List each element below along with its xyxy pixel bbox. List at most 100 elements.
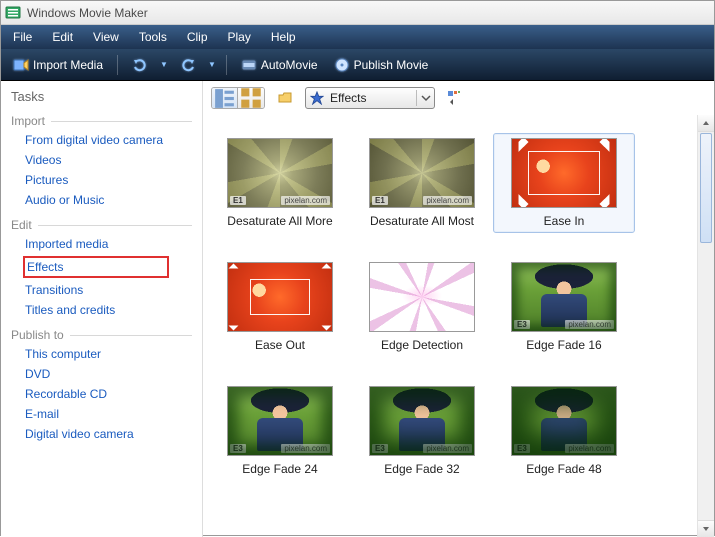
task-link-email[interactable]: E-mail [23,406,192,422]
effect-label: Ease Out [255,338,305,352]
effect-label: Edge Fade 16 [526,338,601,352]
menu-clip[interactable]: Clip [187,30,208,44]
menu-file[interactable]: File [13,30,32,44]
menu-edit[interactable]: Edit [52,30,73,44]
effect-item[interactable]: Ease Out [209,257,351,357]
scroll-thumb[interactable] [700,133,712,243]
redo-button[interactable] [176,55,200,75]
undo-button[interactable] [128,55,152,75]
effect-thumbnail: E1 pixelan.com [227,138,333,208]
task-link-audio-or-music[interactable]: Audio or Music [23,192,192,208]
task-link-from-digital-video-camera[interactable]: From digital video camera [23,132,192,148]
divider [38,225,192,226]
effect-item[interactable]: E1 pixelan.com Desaturate All Most [351,133,493,233]
task-link-titles-and-credits[interactable]: Titles and credits [23,302,192,318]
toolbar-separator [117,55,118,75]
toolbar: Import Media ▼ ▼ AutoMovie Publish Movie [1,49,714,81]
publish-label: Publish Movie [354,58,429,72]
menu-tools[interactable]: Tools [139,30,167,44]
content-toolbar: Effects [203,81,714,115]
group-label: Import [11,114,45,128]
collection-dropdown[interactable]: Effects [305,87,435,109]
effect-item[interactable]: E3 pixelan.com Edge Fade 48 [493,381,635,481]
task-link-this-computer[interactable]: This computer [23,346,192,362]
thumbnail-watermark: pixelan.com [281,196,330,205]
effect-label: Ease In [544,214,585,228]
automove-label: AutoMovie [261,58,318,72]
scroll-up-button[interactable] [698,115,714,132]
thumbnail-badge: E1 [230,196,246,205]
titlebar: Windows Movie Maker [1,1,714,25]
effect-thumbnail: E3pixelan.com [369,386,475,456]
import-media-label: Import Media [33,58,103,72]
menu-view[interactable]: View [93,30,119,44]
redo-chevron-icon[interactable]: ▼ [208,60,216,69]
toolbar-separator [226,55,227,75]
chevron-down-icon[interactable] [416,90,432,106]
effect-item[interactable]: E1 pixelan.com Desaturate All More [209,133,351,233]
effect-label: Desaturate All Most [370,214,474,228]
app-icon [5,5,21,21]
effect-thumbnail: E3pixelan.com [227,386,333,456]
thumbnail-watermark: pixelan.com [565,444,614,453]
thumbnail-badge: E1 [372,196,388,205]
effect-item[interactable]: Edge Detection [351,257,493,357]
menubar: File Edit View Tools Clip Play Help [1,25,714,49]
view-thumbnails-icon[interactable] [238,88,264,108]
view-details-icon[interactable] [212,88,238,108]
effect-thumbnail: E3pixelan.com [511,262,617,332]
group-header-edit: Edit [11,218,192,232]
tasks-title: Tasks [11,89,192,104]
menu-play[interactable]: Play [228,30,251,44]
task-link-videos[interactable]: Videos [23,152,192,168]
effect-item[interactable]: Ease In [493,133,635,233]
thumbnail-badge: E3 [372,444,388,453]
group-header-import: Import [11,114,192,128]
task-links-edit: Imported media Effects Transitions Title… [11,236,192,318]
effect-thumbnail [369,262,475,332]
task-link-digital-video-camera[interactable]: Digital video camera [23,426,192,442]
task-link-effects[interactable]: Effects [23,256,169,278]
thumbnail-watermark: pixelan.com [423,196,472,205]
effect-thumbnail [511,138,617,208]
effect-thumbnail: E3 pixelan.com [511,386,617,456]
effect-label: Desaturate All More [227,214,332,228]
view-toggle[interactable] [211,87,265,109]
group-header-publish: Publish to [11,328,192,342]
star-icon [310,91,324,105]
group-label: Edit [11,218,32,232]
effect-label: Edge Fade 24 [242,462,317,476]
effect-item[interactable]: E3pixelan.com Edge Fade 24 [209,381,351,481]
effect-thumbnail: E1 pixelan.com [369,138,475,208]
scroll-down-button[interactable] [698,520,714,537]
effect-label: Edge Detection [381,338,463,352]
task-links-publish: This computer DVD Recordable CD E-mail D… [11,346,192,442]
thumbnail-badge: E3 [514,320,530,329]
thumbnail-size-icon[interactable] [443,87,467,109]
scrollbar[interactable] [697,115,714,537]
effect-label: Edge Fade 48 [526,462,601,476]
thumbnail-badge: E3 [230,444,246,453]
menu-help[interactable]: Help [271,30,296,44]
app-title: Windows Movie Maker [27,6,148,20]
thumbnail-badge: E3 [514,444,530,453]
task-link-imported-media[interactable]: Imported media [23,236,192,252]
effects-gallery: E1 pixelan.com Desaturate All More E1 pixela… [203,115,697,537]
import-media-button[interactable]: Import Media [9,55,107,75]
effect-label: Edge Fade 32 [384,462,459,476]
task-link-pictures[interactable]: Pictures [23,172,192,188]
divider [70,335,192,336]
undo-chevron-icon[interactable]: ▼ [160,60,168,69]
group-label: Publish to [11,328,64,342]
task-links-import: From digital video camera Videos Picture… [11,132,192,208]
task-link-transitions[interactable]: Transitions [23,282,192,298]
effect-item[interactable]: E3pixelan.com Edge Fade 16 [493,257,635,357]
content-pane: Effects E1 pixelan.com Desaturate All More… [203,81,714,537]
publish-button[interactable]: Publish Movie [330,55,433,75]
task-link-recordable-cd[interactable]: Recordable CD [23,386,192,402]
effect-item[interactable]: E3pixelan.com Edge Fade 32 [351,381,493,481]
task-link-dvd[interactable]: DVD [23,366,192,382]
folder-icon[interactable] [273,87,297,109]
divider [51,121,192,122]
automove-button[interactable]: AutoMovie [237,55,322,75]
